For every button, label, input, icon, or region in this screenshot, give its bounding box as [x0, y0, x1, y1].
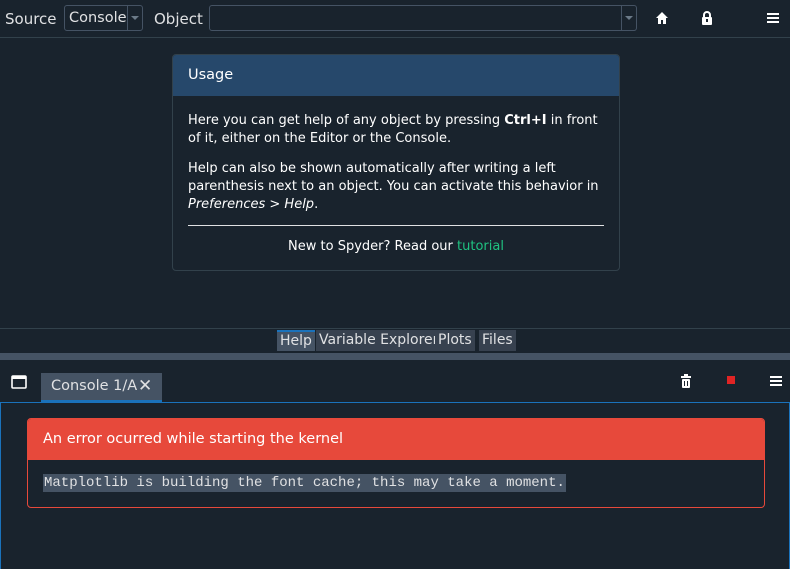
error-title: An error ocurred while starting the kern… [43, 431, 344, 447]
usage-footer: New to Spyder? Read our tutorial [173, 239, 619, 254]
footer-text: New to Spyder? Read our [288, 239, 458, 254]
error-header: An error ocurred while starting the kern… [28, 419, 764, 460]
source-combobox[interactable]: Console [64, 5, 143, 31]
stop-icon[interactable] [727, 376, 735, 384]
object-combobox[interactable] [209, 5, 637, 31]
tab-plots[interactable]: Plots [435, 330, 475, 351]
usage-text: Help can also be shown automatically aft… [188, 161, 599, 194]
shortcut-text: Ctrl+I [504, 113, 547, 128]
home-icon[interactable] [654, 10, 670, 26]
object-label: Object [154, 10, 203, 28]
usage-body: Here you can get help of any object by p… [188, 112, 608, 226]
usage-paragraph-1: Here you can get help of any object by p… [188, 112, 608, 148]
help-toolbar: Source Console Object [0, 0, 790, 38]
chevron-down-icon[interactable] [621, 6, 636, 30]
hamburger-menu-icon[interactable] [768, 373, 784, 389]
usage-card-header: Usage [173, 55, 619, 96]
usage-text: . [314, 197, 319, 212]
usage-paragraph-2: Help can also be shown automatically aft… [188, 160, 608, 214]
console-tab-label: Console 1/A [51, 378, 138, 394]
usage-text: Here you can get help of any object by p… [188, 113, 505, 128]
console-tab[interactable]: Console 1/A ✕ [41, 373, 162, 402]
tab-variable-explorer[interactable]: Variable Explorer [316, 330, 442, 351]
divider [188, 225, 604, 226]
tutorial-link[interactable]: tutorial [457, 239, 504, 254]
usage-title: Usage [188, 67, 234, 83]
error-message: Matplotlib is building the font cache; t… [43, 474, 566, 492]
close-icon[interactable]: ✕ [138, 376, 152, 396]
source-label: Source [5, 10, 57, 28]
tab-help[interactable]: Help [277, 330, 315, 351]
lock-icon[interactable] [699, 10, 715, 26]
pane-divider [0, 328, 790, 329]
kernel-error-box: An error ocurred while starting the kern… [27, 418, 765, 508]
preferences-path: Preferences > Help [188, 197, 315, 212]
pane-splitter[interactable] [0, 353, 790, 360]
browse-tabs-icon[interactable] [11, 374, 27, 390]
trash-icon[interactable] [678, 373, 694, 389]
tab-files[interactable]: Files [479, 330, 516, 351]
chevron-down-icon[interactable] [127, 6, 142, 30]
usage-card: Usage Here you can get help of any objec… [172, 54, 620, 271]
source-value: Console [69, 10, 127, 26]
hamburger-menu-icon[interactable] [765, 10, 781, 26]
